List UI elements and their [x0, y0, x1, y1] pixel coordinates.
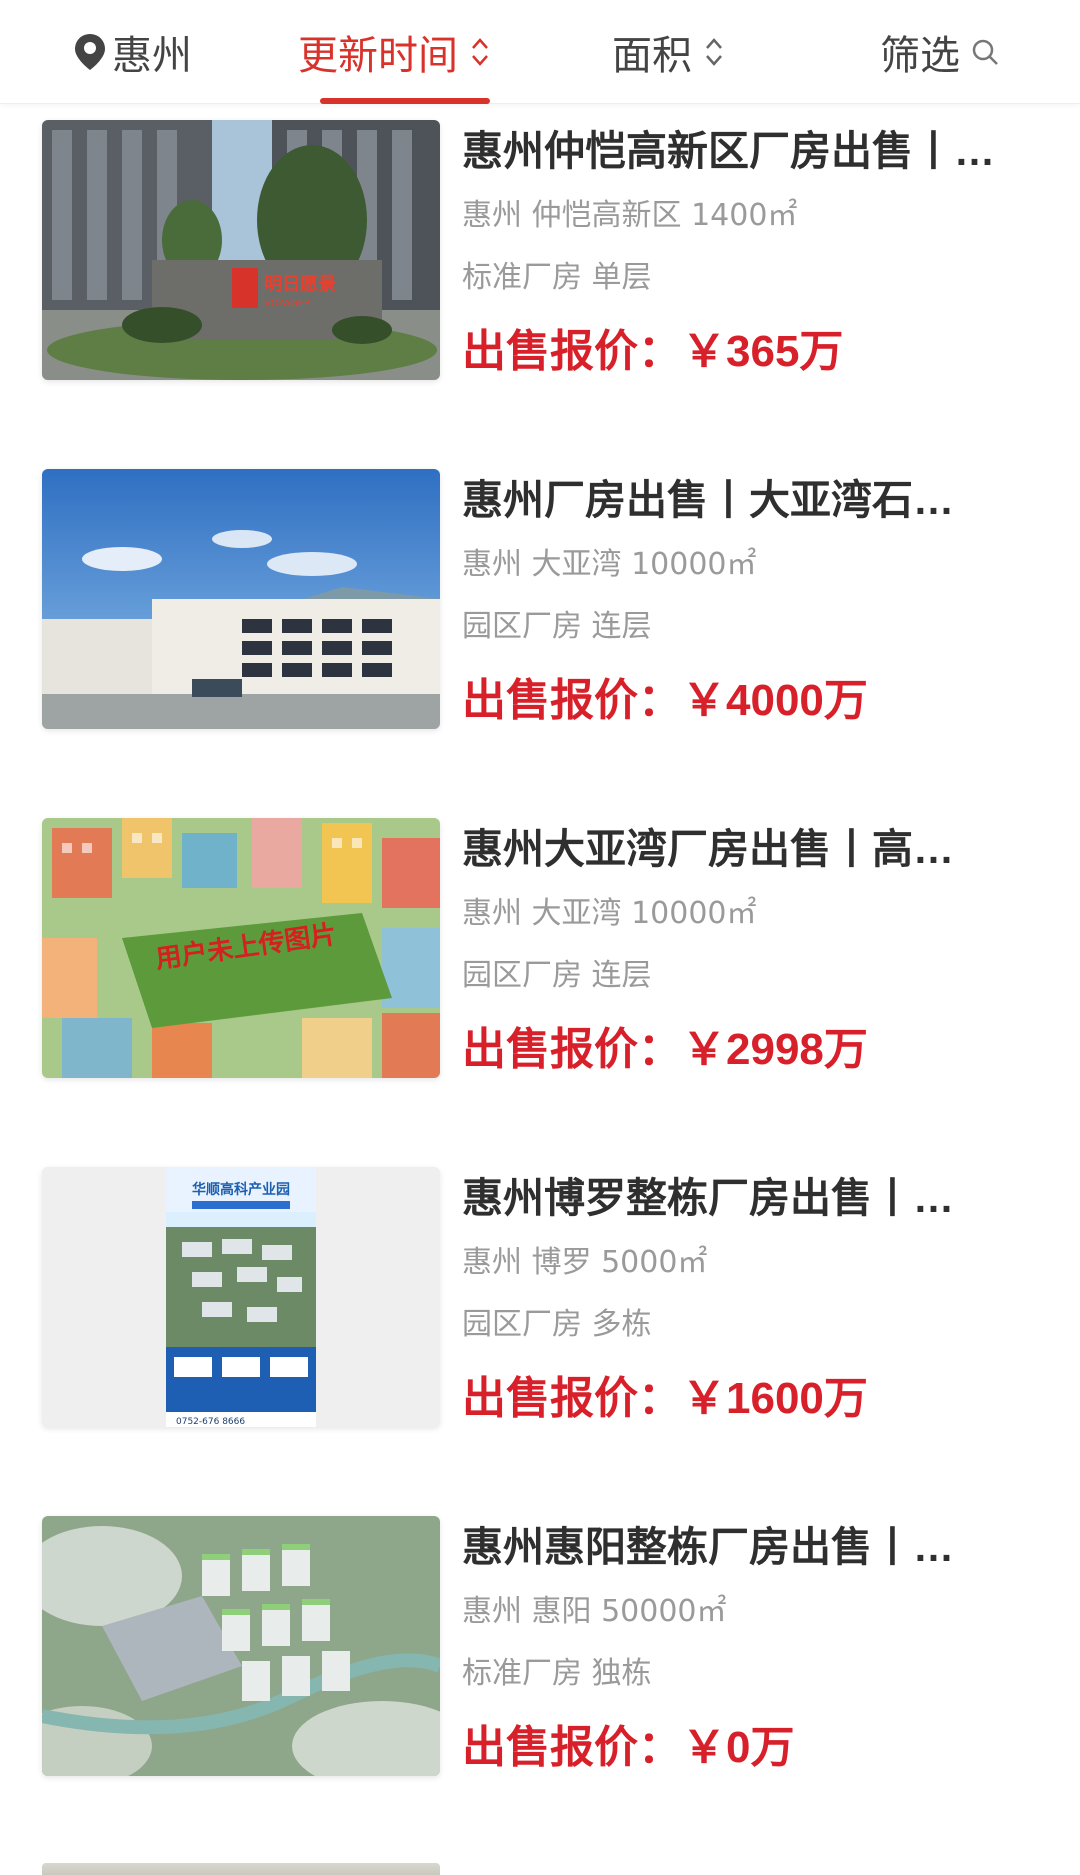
- sort-by-update-time[interactable]: 更新时间: [298, 0, 490, 104]
- listing-location: 惠州 大亚湾 10000㎡: [462, 547, 757, 582]
- active-tab-indicator: [320, 98, 490, 104]
- next-listing-thumbnail-peek: [42, 1863, 440, 1875]
- listing-card[interactable]: 华顺高科产业园 0752-676 8666 惠州博罗整栋厂房出售丨… 惠州 博罗…: [0, 1151, 1080, 1500]
- sort-time-label: 更新时间: [298, 33, 458, 79]
- sort-by-area[interactable]: 面积: [612, 0, 724, 104]
- city-selector[interactable]: 惠州: [72, 0, 192, 104]
- logo-subtext: VOYAGER: [264, 298, 311, 309]
- listing-price: 出售报价：￥1600万: [462, 1374, 868, 1423]
- logo-text: 明日愿景: [264, 274, 336, 295]
- listing-thumbnail[interactable]: 华顺高科产业园 0752-676 8666: [42, 1167, 440, 1427]
- listing-location: 惠州 大亚湾 10000㎡: [462, 896, 757, 931]
- poster-phone: 0752-676 8666: [176, 1417, 245, 1427]
- listing-title[interactable]: 惠州厂房出售丨大亚湾石…: [462, 469, 1022, 531]
- sort-area-label: 面积: [612, 33, 692, 79]
- listing-thumbnail[interactable]: 明日愿景 VOYAGER: [42, 120, 440, 380]
- listing-tags: 标准厂房 单层: [462, 260, 652, 295]
- poster-title: 华顺高科产业园: [192, 1181, 290, 1198]
- listing-title[interactable]: 惠州仲恺高新区厂房出售丨…: [462, 120, 1022, 182]
- listing-location: 惠州 仲恺高新区 1400㎡: [462, 198, 798, 233]
- listing-card[interactable]: 用户未上传图片 惠州大亚湾厂房出售丨高… 惠州 大亚湾 10000㎡ 园区厂房 …: [0, 802, 1080, 1151]
- listing-price: 出售报价：￥0万: [462, 1723, 795, 1772]
- filter-bar: 惠州 更新时间 面积 筛选: [0, 0, 1080, 104]
- listing-tags: 园区厂房 多栋: [462, 1307, 652, 1342]
- filter-button[interactable]: 筛选: [880, 0, 1000, 104]
- listing-price: 出售报价：￥2998万: [462, 1025, 868, 1074]
- listing-card[interactable]: 惠州惠阳整栋厂房出售丨… 惠州 惠阳 50000㎡ 标准厂房 独栋 出售报价：￥…: [0, 1500, 1080, 1849]
- listing-price: 出售报价：￥365万: [462, 327, 844, 376]
- listing-title[interactable]: 惠州惠阳整栋厂房出售丨…: [462, 1516, 1022, 1578]
- city-label: 惠州: [112, 33, 192, 79]
- listing-tags: 园区厂房 连层: [462, 609, 652, 644]
- sort-arrows-icon: [470, 34, 490, 70]
- listing-thumbnail[interactable]: [42, 1516, 440, 1776]
- search-icon: [970, 37, 1000, 67]
- listing-title[interactable]: 惠州博罗整栋厂房出售丨…: [462, 1167, 1022, 1229]
- listing-title[interactable]: 惠州大亚湾厂房出售丨高…: [462, 818, 1022, 880]
- sort-arrows-icon: [704, 34, 724, 70]
- listing-location: 惠州 惠阳 50000㎡: [462, 1594, 727, 1629]
- listing-thumbnail[interactable]: [42, 469, 440, 729]
- listing-tags: 标准厂房 独栋: [462, 1656, 652, 1691]
- listing-price: 出售报价：￥4000万: [462, 676, 868, 725]
- listing-card[interactable]: 明日愿景 VOYAGER 惠州仲恺高新区厂房出售丨… 惠州 仲恺高新区 1400…: [0, 104, 1080, 453]
- listing-tags: 园区厂房 连层: [462, 958, 652, 993]
- listing-card[interactable]: 惠州厂房出售丨大亚湾石… 惠州 大亚湾 10000㎡ 园区厂房 连层 出售报价：…: [0, 453, 1080, 802]
- listing-location: 惠州 博罗 5000㎡: [462, 1245, 708, 1280]
- listing-thumbnail[interactable]: 用户未上传图片: [42, 818, 440, 1078]
- filter-label: 筛选: [880, 33, 960, 79]
- location-pin-icon: [72, 32, 108, 72]
